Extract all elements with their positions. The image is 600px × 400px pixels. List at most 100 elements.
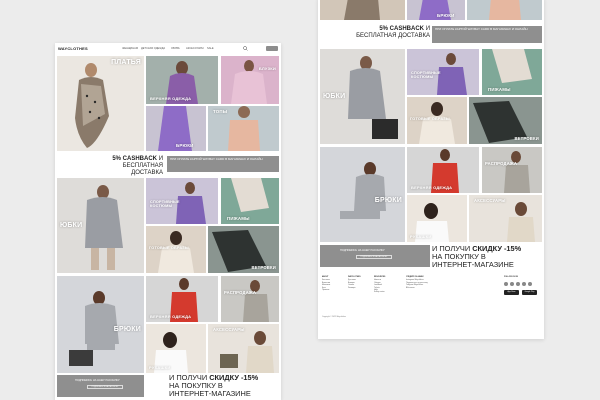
nav-sale[interactable]: SALE — [207, 47, 214, 50]
footer-follow-us: FOLLOW US ON — [504, 276, 518, 279]
tile-trousers[interactable]: БРЮКИ — [146, 106, 206, 151]
tile-label: РУБАШКИ — [410, 234, 432, 239]
footer-link[interactable]: Safety center — [374, 291, 385, 293]
card-offer-text: ПРИ ОПЛАТЕ КАРТОЙ WAYBAY CARD В МАГАЗИНА… — [170, 157, 263, 161]
tile-sport[interactable]: СПОРТИВНЫЕ КОСТЮМЫ — [146, 178, 218, 224]
tile-label: ВЕРХНЯЯ ОДЕЖДА — [150, 96, 192, 101]
subscribe-button[interactable]: ПОДПИСАТЬСЯ НА РАССЫЛКУ — [87, 385, 123, 389]
tile-blouses[interactable]: БЛУЗКИ — [221, 56, 279, 104]
subscribe-label: ПОДПИШИСЬ НА НАШУ РАССЫЛКУ — [75, 379, 120, 382]
discount-line3: ИНТЕРНЕТ-МАГАЗИНЕ — [432, 260, 514, 269]
tile-shirts[interactable]: РУБАШКИ — [146, 324, 206, 373]
tile-pajamas[interactable]: ПИЖАМЫ — [482, 49, 542, 95]
tile-label: БРЮКИ — [176, 143, 194, 148]
tile-pajamas[interactable]: ПИЖАМЫ — [221, 178, 279, 224]
dress-model-photo — [57, 56, 144, 151]
tile-outerwear[interactable]: ВЕРХНЯЯ ОДЕЖДА — [146, 56, 218, 104]
tile-looks[interactable]: ГОТОВЫЕ ОБРАЗЫ — [146, 226, 206, 273]
tile-dresses[interactable]: ПЛАТЬЯ — [57, 56, 144, 151]
tile-label: СПОРТИВНЫЕ КОСТЮМЫ — [150, 200, 180, 209]
tile-jackets[interactable]: ВЕТРОВКИ — [469, 97, 542, 144]
tile-label: ЮБКИ — [323, 93, 346, 100]
tile-trousers-2[interactable]: БРЮКИ — [320, 147, 405, 242]
tile-looks[interactable]: ГОТОВЫЕ ОБРАЗЫ — [407, 97, 467, 144]
tile-jackets[interactable]: ВЕТРОВКИ — [208, 226, 279, 273]
tile-shirts[interactable]: РУБАШКИ — [407, 195, 467, 242]
tile-trousers-2[interactable]: БРЮКИ — [57, 276, 144, 373]
suit-model-photo — [320, 147, 405, 242]
blouse-model-photo — [221, 56, 279, 104]
cashback-and: И — [425, 26, 430, 32]
card-offer-text: ПРИ ОПЛАТЕ КАРТОЙ WAYBAY CARD В МАГАЗИНА… — [435, 27, 528, 31]
tile-label: ПЛАТЬЯ — [111, 59, 141, 66]
free-delivery-text: БЕСПЛАТНАЯ ДОСТАВКА — [356, 33, 430, 39]
tile-trousers[interactable]: БРЮКИ — [407, 0, 465, 20]
footer-col-follow: СЛЕДИТЕ ЗА НАМИ Instagram Wayclothes Под… — [406, 276, 428, 289]
footer-col-title: RESOURCES — [374, 276, 386, 278]
tile-label: БРЮКИ — [113, 326, 141, 333]
tile-label: ВЕРХНЯЯ ОДЕЖДА — [150, 314, 192, 319]
tile-dresses[interactable] — [320, 0, 405, 20]
tile-label: ВЕРХНЯЯ ОДЕЖДА — [411, 185, 453, 190]
cashback-promo: 5% CASHBACK И БЕСПЛАТНАЯ ДОСТАВКА — [103, 156, 163, 177]
nav-women[interactable]: ЖЕНЩИНАМ — [122, 47, 138, 50]
tile-sport[interactable]: СПОРТИВНЫЕ КОСТЮМЫ — [407, 49, 479, 95]
site-logo[interactable]: WAYCLOTHES — [58, 46, 88, 51]
top-model-photo — [467, 0, 542, 20]
suit-model-photo — [57, 276, 144, 373]
subscribe-button[interactable]: ПОДПИСАТЬСЯ НА РАССЫЛКУ — [356, 255, 392, 259]
tile-label: ВЕТРОВКИ — [251, 265, 276, 270]
footer-link[interactable]: ВКонтакте — [406, 287, 428, 289]
search-icon[interactable] — [243, 46, 248, 51]
tile-skirts[interactable]: ЮБКИ — [57, 178, 144, 273]
desktop-page-preview-bottom: БРЮКИ 5% CASHBACK И БЕСПЛАТНАЯ ДОСТАВКА … — [318, 0, 544, 339]
discount-line3: ИНТЕРНЕТ-МАГАЗИНЕ — [169, 389, 251, 398]
instagram-icon[interactable] — [522, 282, 526, 286]
nav-accessories[interactable]: АКСЕССУАРЫ — [186, 47, 204, 50]
tile-accessories[interactable]: АКСЕССУАРЫ — [208, 324, 279, 373]
facebook-icon[interactable] — [504, 282, 508, 286]
footer-col-resources: RESOURCES Новости Обзоры Lookbook Ticket… — [374, 276, 385, 294]
footer-col-title: WAYCLOTHES — [348, 276, 361, 278]
google-play-button[interactable]: Google Play — [522, 290, 537, 295]
app-store-button[interactable]: App Store — [504, 290, 519, 295]
cashback-bold: 5% CASHBACK — [379, 26, 425, 32]
tile-tops[interactable] — [467, 0, 542, 20]
tile-vests[interactable]: ВЕРХНЯЯ ОДЕЖДА — [407, 147, 479, 193]
subscribe-box: ПОДПИШИСЬ НА НАШУ РАССЫЛКУ ПОДПИСАТЬСЯ Н… — [320, 245, 430, 267]
footer-col-wayclothes: WAYCLOTHES Доставка Возврат Оплата Разме… — [348, 276, 361, 289]
dress-model-photo — [320, 0, 405, 20]
cashback-promo: 5% CASHBACK И БЕСПЛАТНАЯ ДОСТАВКА — [354, 26, 430, 40]
tile-label: БРЮКИ — [374, 197, 402, 204]
youtube-icon[interactable] — [516, 282, 520, 286]
subscribe-box: ПОДПИШИСЬ НА НАШУ РАССЫЛКУ ПОДПИСАТЬСЯ Н… — [57, 375, 144, 397]
tile-label: БРЮКИ — [437, 13, 455, 18]
footer-link[interactable]: Правила — [322, 289, 330, 291]
nav-shoes[interactable]: ОБУВЬ — [171, 47, 180, 50]
cashback-bold: 5% CASHBACK — [112, 156, 158, 162]
tile-label: СПОРТИВНЫЕ КОСТЮМЫ — [411, 71, 441, 80]
nav-kids[interactable]: ДЕТСКАЯ ОДЕЖДА — [141, 47, 165, 50]
tile-sale[interactable]: РАСПРОДАЖА — [221, 276, 279, 322]
telegram-icon[interactable] — [528, 282, 532, 286]
tile-label: АКСЕССУАРЫ — [474, 198, 506, 203]
tile-label: ЮБКИ — [60, 222, 83, 229]
footer-link[interactable]: Размеры — [348, 287, 361, 289]
tile-tops[interactable]: ТОПЫ — [208, 106, 279, 151]
copyright-text: Copyright © 2022 Wayclothes — [322, 316, 346, 318]
twitter-icon[interactable] — [510, 282, 514, 286]
sale-model-photo — [221, 276, 279, 322]
discount-text: И ПОЛУЧИ СКИДКУ -15% НА ПОКУПКУ В ИНТЕРН… — [432, 245, 544, 269]
card-offer-box: ПРИ ОПЛАТЕ КАРТОЙ WAYBAY CARD В МАГАЗИНА… — [167, 156, 279, 172]
footer-col-about: ABOUT Контакты Вакансии Магазины Блог Пр… — [322, 276, 330, 291]
tile-skirts[interactable]: ЮБКИ — [320, 49, 405, 144]
card-offer-box: ПРИ ОПЛАТЕ КАРТОЙ WAYBAY CARD В МАГАЗИНА… — [432, 26, 542, 43]
follow-us-title: FOLLOW US ON — [504, 276, 518, 278]
tile-sale[interactable]: РАСПРОДАЖА — [482, 147, 542, 193]
site-header: WAYCLOTHES ЖЕНЩИНАМ ДЕТСКАЯ ОДЕЖДА ОБУВЬ… — [55, 43, 281, 55]
sale-model-photo — [482, 147, 542, 193]
cashback-and: И — [158, 156, 163, 162]
cart-button[interactable] — [266, 46, 278, 51]
tile-vests[interactable]: ВЕРХНЯЯ ОДЕЖДА — [146, 276, 218, 322]
tile-accessories[interactable]: АКСЕССУАРЫ — [469, 195, 542, 242]
